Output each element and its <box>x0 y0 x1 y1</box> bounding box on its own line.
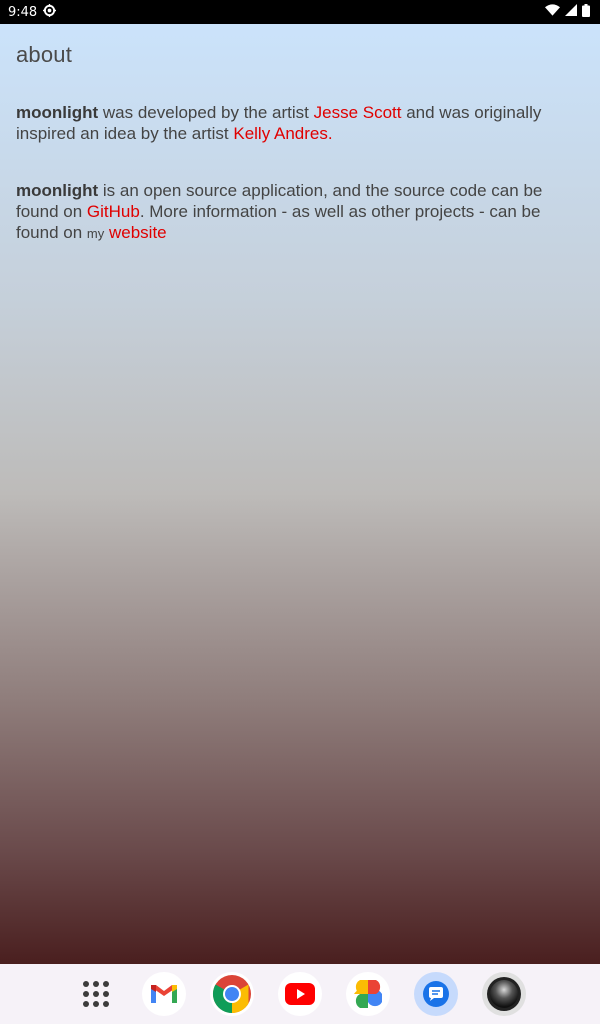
link-kelly-andres[interactable]: Kelly Andres <box>233 124 328 143</box>
link-website[interactable]: website <box>109 223 167 242</box>
messages-icon[interactable] <box>414 972 458 1016</box>
about-paragraph-credits: moonlight was developed by the artist Je… <box>16 102 576 144</box>
link-jesse-scott[interactable]: Jesse Scott <box>314 103 402 122</box>
source-small-my: my <box>86 226 105 241</box>
settings-gear-icon <box>43 3 57 21</box>
photos-icon[interactable] <box>346 972 390 1016</box>
app-name: moonlight <box>16 181 99 200</box>
camera-icon[interactable] <box>482 972 526 1016</box>
app-name: moonlight <box>16 103 99 122</box>
wifi-icon <box>545 4 560 20</box>
battery-icon <box>582 3 590 21</box>
cell-signal-icon <box>565 4 577 20</box>
about-paragraph-source: moonlight is an open source application,… <box>16 180 576 244</box>
credits-text-c: . <box>327 124 333 143</box>
youtube-icon[interactable] <box>278 972 322 1016</box>
chrome-icon[interactable] <box>210 972 254 1016</box>
app-drawer-icon[interactable] <box>74 972 118 1016</box>
status-time: 9:48 <box>8 4 38 20</box>
page-title: about <box>16 42 73 67</box>
credits-text-a: was developed by the artist <box>98 103 314 122</box>
app-dock <box>0 964 600 1024</box>
status-bar: 9:48 <box>0 0 600 24</box>
about-screen: about moonlight was developed by the art… <box>0 24 600 964</box>
link-github[interactable]: GitHub <box>87 202 140 221</box>
gmail-icon[interactable] <box>142 972 186 1016</box>
